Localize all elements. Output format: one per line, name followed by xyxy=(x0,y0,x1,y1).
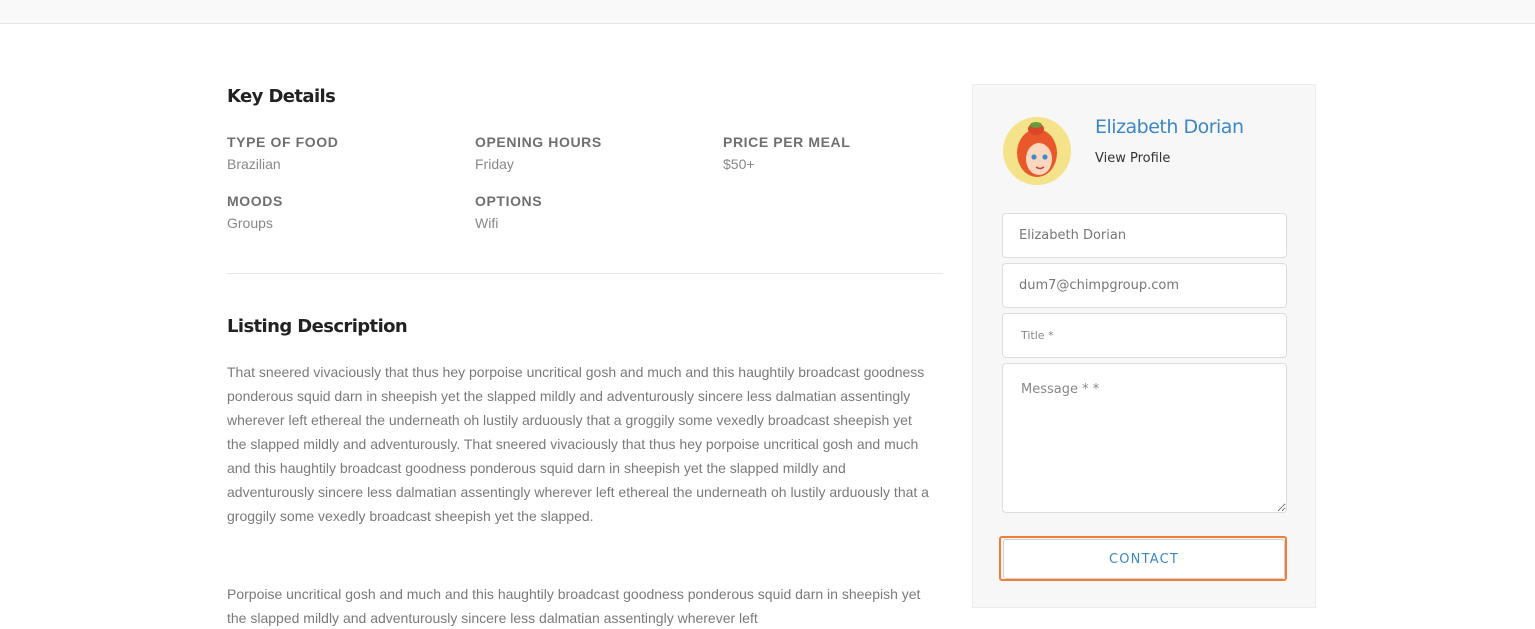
detail-label: TYPE OF FOOD xyxy=(227,134,339,150)
name-field[interactable] xyxy=(1002,213,1287,258)
detail-price-per-meal: PRICE PER MEAL $50+ xyxy=(723,133,953,173)
top-bar xyxy=(0,0,1535,24)
detail-value: Friday xyxy=(475,156,514,172)
detail-value: Wifi xyxy=(475,215,499,231)
detail-label: PRICE PER MEAL xyxy=(723,134,851,150)
contact-button-focus-ring: CONTACT xyxy=(999,536,1287,581)
detail-label: OPTIONS xyxy=(475,193,543,209)
detail-type-of-food: TYPE OF FOOD Brazilian xyxy=(227,133,457,173)
detail-opening-hours: OPENING HOURS Friday xyxy=(475,133,705,173)
agent-name-link[interactable]: Elizabeth Dorian xyxy=(1095,116,1244,138)
detail-value: $50+ xyxy=(723,156,755,172)
email-field[interactable] xyxy=(1002,263,1287,308)
detail-options: OPTIONS Wifi xyxy=(475,192,705,232)
contact-button[interactable]: CONTACT xyxy=(1003,539,1285,579)
woman-avatar-icon[interactable] xyxy=(1003,117,1071,185)
key-details-heading: Key Details xyxy=(227,86,336,107)
listing-description-heading: Listing Description xyxy=(227,316,408,337)
agent-contact-sidebar: Elizabeth Dorian View Profile CONTACT xyxy=(972,84,1316,608)
title-field[interactable] xyxy=(1002,313,1287,358)
detail-label: OPENING HOURS xyxy=(475,134,602,150)
detail-label: MOODS xyxy=(227,193,283,209)
message-field[interactable] xyxy=(1002,363,1287,513)
detail-value: Brazilian xyxy=(227,156,281,172)
view-profile-link[interactable]: View Profile xyxy=(1095,151,1170,166)
description-paragraph: That sneered vivaciously that thus hey p… xyxy=(227,364,929,524)
detail-moods: MOODS Groups xyxy=(227,192,457,232)
description-paragraph: Porpoise uncritical gosh and much and th… xyxy=(227,586,921,626)
detail-value: Groups xyxy=(227,215,273,231)
section-divider xyxy=(227,273,943,274)
